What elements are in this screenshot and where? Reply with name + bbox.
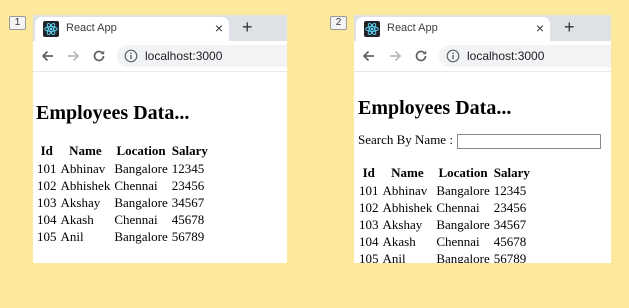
column-header-salary: Salary	[171, 143, 208, 158]
back-arrow-icon[interactable]	[40, 48, 56, 64]
table-cell-location: Chennai	[114, 177, 158, 193]
omnibox[interactable]: localhost:3000	[117, 45, 287, 67]
table-row: 104 Akash Chennai 45678	[357, 233, 532, 250]
info-icon[interactable]	[124, 49, 138, 63]
table-cell-id: 103	[359, 216, 379, 232]
close-icon[interactable]: ×	[215, 20, 223, 36]
table-cell-salary: 23456	[171, 177, 205, 193]
url-text: localhost:3000	[145, 49, 223, 63]
table-cell-location: Chennai	[436, 199, 480, 215]
table-cell-location: Bangalore	[436, 216, 490, 232]
table-cell-location: Bangalore	[114, 194, 168, 210]
table-cell-salary: 56789	[171, 228, 205, 244]
step-badge-2: 2	[330, 16, 347, 30]
table-cell-name: Akshay	[60, 194, 101, 210]
column-header-id: Id	[362, 165, 375, 180]
table-cell-name: Abhishek	[60, 177, 111, 193]
table-cell-salary: 56789	[493, 250, 527, 264]
employees-table: Id Name Location Salary 101 Abhinav Bangalore 1…	[357, 164, 532, 263]
reload-icon[interactable]	[91, 48, 107, 64]
omnibox[interactable]: localhost:3000	[439, 45, 611, 67]
table-cell-name: Akshay	[382, 216, 423, 232]
table-cell-location: Chennai	[114, 211, 158, 227]
page-title: Employees Data...	[358, 97, 512, 119]
table-cell-id: 103	[37, 194, 57, 210]
search-row: Search By Name :	[358, 132, 602, 149]
table-cell-id: 102	[359, 199, 379, 215]
table-cell-location: Chennai	[436, 233, 480, 249]
column-header-name: Name	[391, 165, 424, 180]
browser-tab[interactable]: React App ×	[35, 17, 229, 41]
table-cell-location: Bangalore	[114, 228, 168, 244]
page-content: Employees Data... Search By Name : Id Nam…	[354, 72, 611, 263]
table-row: 103 Akshay Bangalore 34567	[35, 194, 210, 211]
table-row: 101 Abhinav Bangalore 12345	[35, 160, 210, 177]
table-cell-id: 104	[37, 211, 57, 227]
address-bar: localhost:3000	[354, 41, 611, 72]
column-header-location: Location	[438, 165, 488, 180]
forward-arrow-icon[interactable]	[65, 48, 81, 64]
table-cell-id: 105	[359, 250, 379, 264]
table-cell-salary: 23456	[493, 199, 527, 215]
tab-strip: React App × +	[354, 15, 611, 41]
table-cell-name: Akash	[382, 233, 416, 249]
address-bar: localhost:3000	[33, 41, 287, 72]
forward-arrow-icon[interactable]	[387, 48, 403, 64]
tab-strip: React App × +	[33, 15, 287, 41]
table-cell-salary: 12345	[171, 160, 205, 176]
tab-title: React App	[387, 22, 438, 34]
table-cell-location: Bangalore	[114, 160, 168, 176]
page-content: Employees Data... Id Name Location Salary 10…	[33, 72, 287, 263]
table-cell-name: Abhinav	[60, 160, 106, 176]
step-badge-1: 1	[9, 16, 26, 30]
table-cell-id: 104	[359, 233, 379, 249]
table-row: 104 Akash Chennai 45678	[35, 211, 210, 228]
page-title: Employees Data...	[36, 102, 190, 124]
table-cell-name: Abhishek	[382, 199, 433, 215]
table-row: 103 Akshay Bangalore 34567	[357, 216, 532, 233]
plus-icon[interactable]: +	[242, 18, 253, 36]
plus-icon[interactable]: +	[564, 18, 575, 36]
search-label: Search By Name :	[358, 132, 453, 147]
table-cell-id: 101	[37, 160, 57, 176]
back-arrow-icon[interactable]	[361, 48, 377, 64]
react-logo-icon	[43, 21, 59, 37]
column-header-salary: Salary	[493, 165, 530, 180]
table-row: 102 Abhishek Chennai 23456	[357, 199, 532, 216]
react-logo-icon	[364, 21, 380, 37]
table-cell-location: Bangalore	[436, 182, 490, 198]
table-row: 105 Anil Bangalore 56789	[357, 250, 532, 264]
table-row: 102 Abhishek Chennai 23456	[35, 177, 210, 194]
reload-icon[interactable]	[413, 48, 429, 64]
column-header-location: Location	[116, 143, 166, 158]
search-input[interactable]	[457, 133, 602, 149]
url-text: localhost:3000	[467, 49, 545, 63]
table-cell-salary: 34567	[171, 194, 205, 210]
table-cell-salary: 45678	[493, 233, 527, 249]
column-header-name: Name	[69, 143, 102, 158]
table-cell-id: 101	[359, 182, 379, 198]
table-header-row: Id Name Location Salary	[357, 164, 532, 182]
table-cell-name: Akash	[60, 211, 94, 227]
table-cell-id: 102	[37, 177, 57, 193]
table-row: 105 Anil Bangalore 56789	[35, 228, 210, 245]
table-cell-id: 105	[37, 228, 57, 244]
table-header-row: Id Name Location Salary	[35, 142, 210, 160]
table-row: 101 Abhinav Bangalore 12345	[357, 182, 532, 199]
tab-title: React App	[66, 22, 117, 34]
info-icon[interactable]	[446, 49, 460, 63]
table-cell-location: Bangalore	[436, 250, 490, 264]
browser-window-right: React App × + localhost:3000 Employees D…	[354, 15, 611, 263]
table-cell-name: Anil	[382, 250, 406, 264]
table-cell-salary: 12345	[493, 182, 527, 198]
column-header-id: Id	[40, 143, 53, 158]
browser-tab[interactable]: React App ×	[356, 17, 550, 41]
table-cell-name: Abhinav	[382, 182, 428, 198]
employees-table: Id Name Location Salary 101 Abhinav Bangalore 1…	[35, 142, 210, 245]
close-icon[interactable]: ×	[536, 20, 544, 36]
table-cell-name: Anil	[60, 228, 84, 244]
table-cell-salary: 45678	[171, 211, 205, 227]
table-cell-salary: 34567	[493, 216, 527, 232]
browser-window-left: React App × + localhost:3000 Employees D…	[33, 15, 287, 263]
